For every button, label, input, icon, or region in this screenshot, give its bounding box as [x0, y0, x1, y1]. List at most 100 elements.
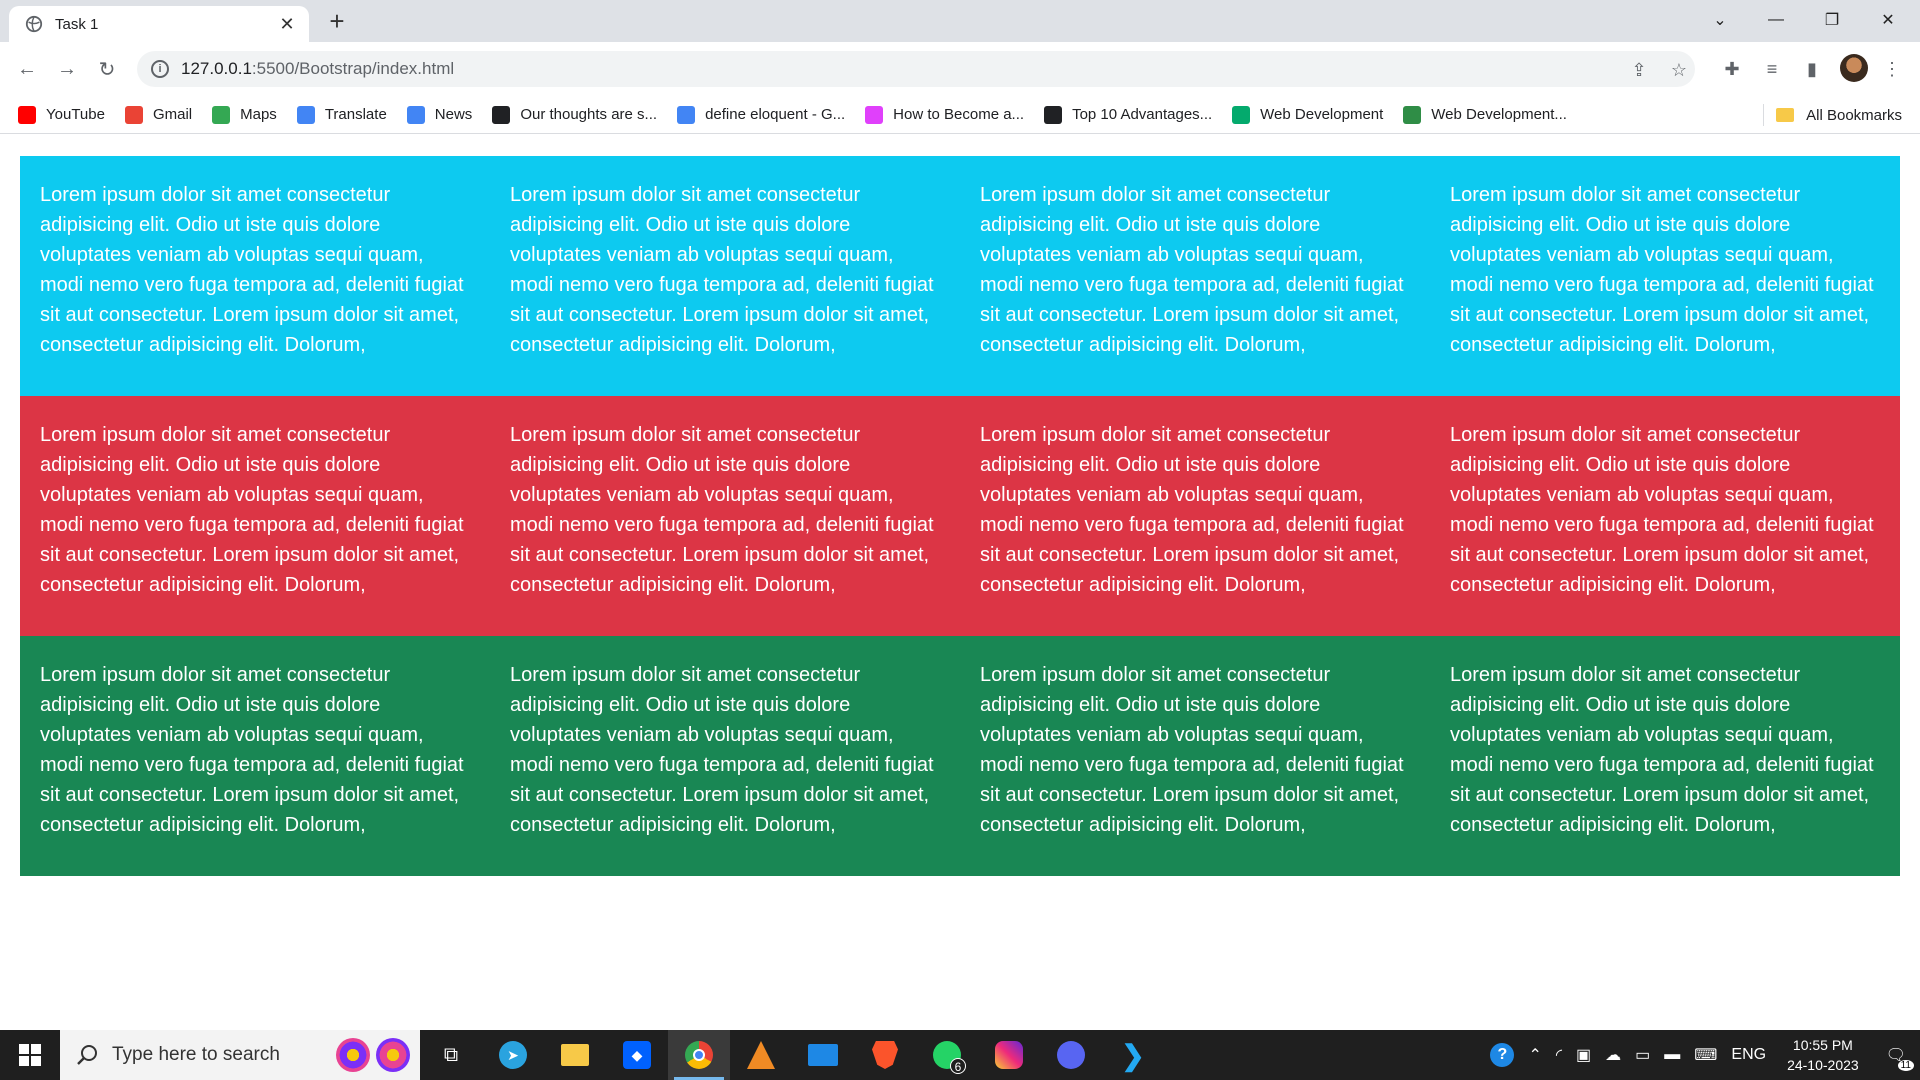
meet-icon[interactable]: ▣ — [1576, 1045, 1591, 1065]
whatsapp-icon[interactable]: 6 — [916, 1030, 978, 1080]
bookmark-item[interactable]: YouTube — [18, 105, 105, 124]
whatsapp-badge: 6 — [950, 1058, 966, 1074]
column-text: Lorem ipsum dolor sit amet consectetur a… — [40, 184, 464, 356]
search-placeholder: Type here to search — [112, 1044, 280, 1065]
bookmark-label: define eloquent - G... — [705, 106, 846, 123]
taskbar-search[interactable]: Type here to search — [60, 1030, 420, 1080]
bookmarks-bar: YouTube Gmail Maps Translate News Our thought… — [0, 96, 1920, 134]
onedrive-icon[interactable]: ☁ — [1605, 1045, 1621, 1065]
translate-icon — [296, 105, 315, 124]
task-view-icon[interactable]: ⧉ — [420, 1030, 482, 1080]
youtube-icon — [18, 105, 36, 124]
row-info: Lorem ipsum dolor sit amet consectetur a… — [20, 156, 1900, 396]
column-text: Lorem ipsum dolor sit amet consectetur a… — [510, 664, 934, 836]
tab-title: Task 1 — [55, 15, 99, 33]
column-text: Lorem ipsum dolor sit amet consectetur a… — [40, 424, 464, 596]
minimize-button[interactable]: — — [1748, 0, 1804, 40]
start-button[interactable] — [0, 1030, 60, 1080]
keyboard-icon[interactable]: ⌨ — [1694, 1045, 1717, 1065]
bookmark-item[interactable]: News — [406, 105, 472, 124]
maps-icon — [212, 105, 231, 124]
row-danger: Lorem ipsum dolor sit amet consectetur a… — [20, 396, 1900, 636]
search-highlight-image — [336, 1038, 410, 1072]
bookmark-item[interactable]: How to Become a... — [865, 105, 1025, 124]
help-icon[interactable]: ? — [1490, 1043, 1515, 1067]
menu-icon[interactable]: ⋮ — [1880, 57, 1904, 81]
bookmark-item[interactable]: define eloquent - G... — [677, 105, 846, 124]
column-text: Lorem ipsum dolor sit amet consectetur a… — [980, 424, 1404, 596]
vscode-icon[interactable]: ❯ — [1102, 1030, 1164, 1080]
back-button[interactable]: ← — [12, 54, 42, 84]
bookmark-item[interactable]: Translate — [296, 105, 387, 124]
address-bar[interactable]: i 127.0.0.1:5500/Bootstrap/index.html ⇪ … — [137, 51, 1695, 87]
bookmark-item[interactable]: Gmail — [124, 105, 193, 124]
forward-button[interactable]: → — [52, 54, 82, 84]
extensions-icon[interactable]: ✚ — [1720, 57, 1744, 81]
close-tab-icon[interactable]: ✕ — [277, 14, 297, 35]
bookmark-label: YouTube — [46, 106, 105, 123]
bookmark-item[interactable]: Web Development... — [1403, 105, 1567, 124]
new-tab-button[interactable]: + — [323, 8, 351, 36]
bookmark-label: Gmail — [152, 106, 193, 123]
news-icon — [406, 105, 425, 124]
bookmark-item[interactable]: Maps — [212, 105, 277, 124]
bookmark-item[interactable]: Our thoughts are s... — [492, 105, 658, 124]
side-panel-icon[interactable]: ▮ — [1800, 57, 1824, 81]
notification-icon[interactable]: 🗨 11 — [1886, 1045, 1914, 1071]
bookmark-label: How to Become a... — [893, 106, 1025, 123]
chevron-up-icon[interactable]: ⌃ — [1528, 1045, 1541, 1065]
column-text: Lorem ipsum dolor sit amet consectetur a… — [1450, 184, 1874, 356]
bookmark-site-icon — [865, 105, 884, 124]
clock-time: 10:55 PM — [1792, 1037, 1853, 1053]
bookmarks-separator — [1763, 104, 1765, 126]
site-info-icon[interactable]: i — [151, 60, 169, 78]
battery-icon[interactable]: ▬ — [1664, 1046, 1680, 1064]
display-icon[interactable]: ▭ — [1635, 1045, 1650, 1065]
column-text: Lorem ipsum dolor sit amet consectetur a… — [40, 664, 464, 836]
system-tray: ? ⌃ ◜ ▣ ☁ ▭ ▬ ⌨ ENG 10:55 PM 24-10-2023 … — [1483, 1030, 1920, 1080]
mail-icon[interactable] — [792, 1030, 854, 1080]
vlc-icon[interactable] — [730, 1030, 792, 1080]
all-bookmarks[interactable]: All Bookmarks — [1763, 96, 1902, 134]
profile-avatar[interactable] — [1840, 54, 1868, 82]
close-window-button[interactable]: ✕ — [1860, 0, 1916, 40]
brave-icon[interactable] — [854, 1030, 916, 1080]
sd-icon — [492, 105, 511, 124]
all-bookmarks-label: All Bookmarks — [1806, 106, 1902, 124]
restore-button[interactable]: ❐ — [1804, 0, 1860, 40]
column-text: Lorem ipsum dolor sit amet consectetur a… — [1450, 424, 1874, 596]
file-explorer-icon[interactable] — [544, 1030, 606, 1080]
bookmark-label: Our thoughts are s... — [520, 106, 658, 123]
e-icon — [1044, 105, 1063, 124]
globe-icon — [25, 15, 43, 33]
gmail-icon — [124, 105, 143, 124]
column-text: Lorem ipsum dolor sit amet consectetur a… — [510, 424, 934, 596]
browser-toolbar: ← → ↻ i 127.0.0.1:5500/Bootstrap/index.h… — [0, 42, 1920, 96]
column-text: Lorem ipsum dolor sit amet consectetur a… — [1450, 664, 1874, 836]
tab-search-icon[interactable]: ⌄ — [1692, 0, 1748, 40]
chrome-icon[interactable] — [668, 1030, 730, 1080]
instagram-icon[interactable] — [978, 1030, 1040, 1080]
media-icon[interactable]: ≡ — [1760, 57, 1784, 81]
url-text[interactable]: 127.0.0.1:5500/Bootstrap/index.html — [181, 59, 454, 79]
bookmark-item[interactable]: Top 10 Advantages... — [1044, 105, 1213, 124]
tab-active[interactable]: Task 1 ✕ — [9, 6, 309, 42]
bookmark-label: Maps — [240, 106, 277, 123]
search-icon — [77, 1045, 97, 1065]
discord-icon[interactable] — [1040, 1030, 1102, 1080]
language-indicator[interactable]: ENG — [1731, 1046, 1766, 1064]
clock[interactable]: 10:55 PM 24-10-2023 — [1787, 1035, 1859, 1075]
bookmark-label: Translate — [324, 106, 387, 123]
telegram-icon[interactable]: ➤ — [482, 1030, 544, 1080]
bookmark-label: Top 10 Advantages... — [1072, 106, 1213, 123]
network-icon[interactable]: ◜ — [1556, 1045, 1562, 1065]
reload-button[interactable]: ↻ — [92, 54, 122, 84]
windows-icon — [19, 1044, 41, 1066]
tab-strip: Task 1 ✕ + ⌄ — ❐ ✕ — [0, 0, 1920, 42]
bookmark-label: Web Development... — [1431, 106, 1567, 123]
page-content: Lorem ipsum dolor sit amet consectetur a… — [20, 156, 1900, 876]
dropbox-icon[interactable]: ◆ — [606, 1030, 668, 1080]
bookmark-item[interactable]: Web Development — [1232, 105, 1383, 124]
star-icon[interactable]: ☆ — [1667, 58, 1691, 82]
share-icon[interactable]: ⇪ — [1627, 58, 1651, 82]
